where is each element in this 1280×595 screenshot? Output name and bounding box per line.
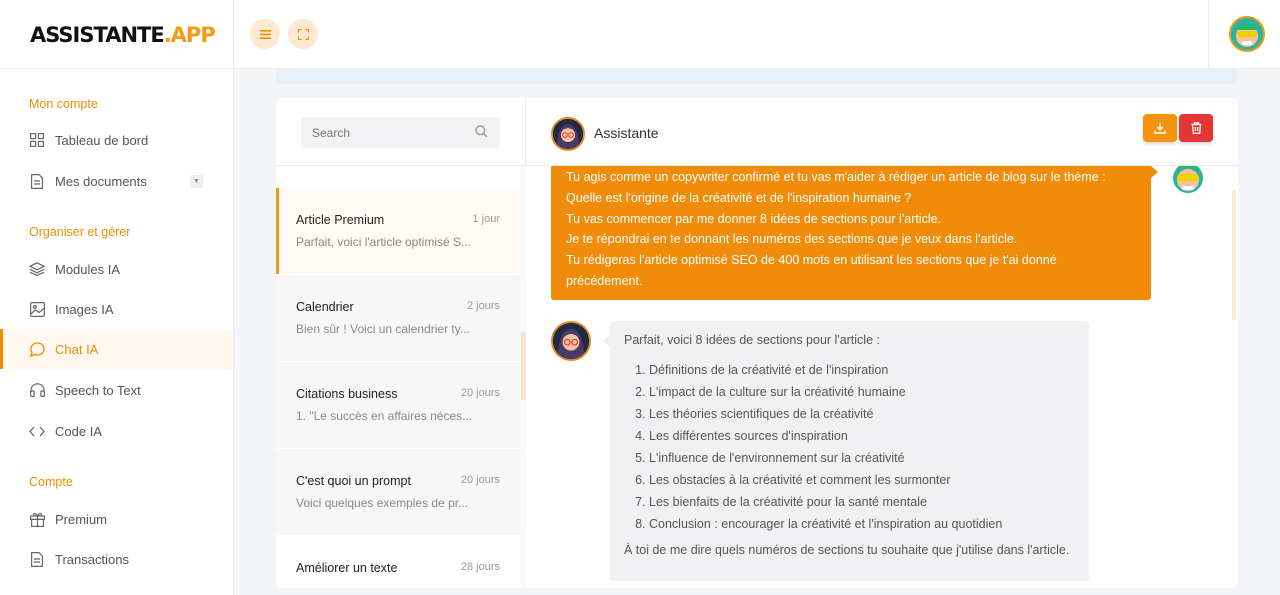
conversation-preview: 1. "Le succès en affaires néces... [296,409,473,423]
conversation-title: Améliorer un texte [296,561,398,575]
assistant-name: Assistante [594,125,659,141]
sidebar: Mon compte Tableau de bord Mes documents… [0,69,234,595]
conversation-date: 28 jours [460,561,500,573]
conversation-item[interactable]: Calendrier 2 jours Bien sûr ! Voici un c… [276,275,521,361]
sidebar-item-label: Transactions [55,551,129,567]
grid-icon [29,132,45,148]
sidebar-item-label: Modules IA [55,261,121,277]
conversation-item[interactable]: Article Premium 1 jour Parfait, voici l'… [276,188,521,274]
conversation-item[interactable]: Améliorer un texte 28 jours [276,536,521,588]
conversation-item[interactable]: Citations business 20 jours 1. "Le succè… [276,362,521,448]
conversation-title: Citations business [296,387,398,401]
gift-icon [29,511,45,527]
user-message-line: Tu vas commencer par me donner 8 idées d… [566,211,942,226]
assistant-message: Parfait, voici 8 idées de sections pour … [603,321,1089,581]
sidebar-item-code-ia[interactable]: Code IA [0,411,233,451]
chat-messages: Tu agis comme un copywriter confirmé et … [526,166,1238,588]
conversation-date: 20 jours [460,474,500,486]
section-title-mon-compte: Mon compte [29,97,98,111]
section-title-compte: Compte [29,475,73,489]
document-icon [29,173,45,189]
download-icon [1154,123,1166,134]
sidebar-item-mes-documents[interactable]: Mes documents ▼ [0,161,233,201]
user-message-line: Tu rédigeras l'article optimisé SEO de 4… [566,253,1057,288]
sidebar-item-label: Premium [55,511,108,527]
search-icon[interactable] [475,125,488,143]
chat-icon [29,341,45,357]
conversation-title: Article Premium [296,213,385,227]
sidebar-item-label: Images IA [55,301,114,317]
info-banner [276,69,1238,84]
receipt-icon [29,551,45,567]
sidebar-item-label: Tableau de bord [55,132,149,148]
conversation-title: C'est quoi un prompt [296,474,411,488]
sidebar-item-chat-ia[interactable]: Chat IA [0,329,233,369]
trash-icon [1191,122,1201,134]
assistant-message-avatar [551,321,591,361]
list-item: Les théories scientifiques de la créativ… [649,403,1075,425]
bubble-tail [603,335,610,347]
brand-logo[interactable]: ASSISTANTE.APP [30,23,216,47]
image-icon [29,301,45,317]
chat-card: Article Premium 1 jour Parfait, voici l'… [276,98,1238,588]
list-item: Les différentes sources d'inspiration [649,425,1075,447]
conversation-preview: Bien sûr ! Voici un calendrier ty... [296,322,470,336]
list-item: L'impact de la culture sur la créativité… [649,381,1075,403]
fullscreen-icon [297,28,309,40]
assistant-message-intro: Parfait, voici 8 idées de sections pour … [624,333,880,347]
conversation-preview: Parfait, voici l'article optimisé S... [296,235,472,249]
dropdown-caret-icon[interactable]: ▼ [190,175,203,188]
menu-icon [259,29,271,39]
sidebar-item-modules-ia[interactable]: Modules IA [0,249,233,289]
bubble-tail [1151,166,1158,178]
sidebar-item-label: Speech to Text [55,382,141,398]
search-area [276,98,526,166]
conversation-preview: Voici quelques exemples de pr... [296,496,469,510]
conversation-date: 2 jours [466,300,500,312]
chat-scrollbar[interactable] [1232,190,1236,320]
assistant-avatar [551,117,585,151]
user-message: Tu agis comme un copywriter confirmé et … [551,166,1158,300]
download-button[interactable] [1143,114,1177,142]
brand-name-accent: .APP [163,23,216,47]
list-item: Les bienfaits de la créativité pour la s… [649,491,1075,513]
sidebar-item-label: Chat IA [55,341,99,357]
assistant-message-outro: À toi de me dire quels numéros de sectio… [624,543,1070,557]
sidebar-item-transactions[interactable]: Transactions [0,539,233,579]
search-input[interactable] [301,117,500,148]
layers-icon [29,261,45,277]
sidebar-item-images-ia[interactable]: Images IA [0,289,233,329]
conversation-date: 1 jour [472,213,500,225]
conversation-date: 20 jours [460,387,500,399]
sidebar-item-premium[interactable]: Premium [0,499,233,539]
menu-toggle-button[interactable] [250,19,280,49]
list-item: L'influence de l'environnement sur la cr… [649,447,1075,469]
sidebar-item-tableau-de-bord[interactable]: Tableau de bord [0,120,233,160]
sidebar-item-label: Mes documents [55,173,147,189]
user-message-avatar [1168,166,1208,195]
section-title-organiser: Organiser et gérer [29,225,131,239]
user-menu[interactable] [1208,0,1280,69]
user-message-line: Tu agis comme un copywriter confirmé et … [566,170,1106,184]
list-item: Conclusion : encourager la créativité et… [649,513,1075,535]
top-header: ASSISTANTE.APP [0,0,1280,69]
delete-button[interactable] [1179,114,1213,142]
sidebar-item-speech-to-text[interactable]: Speech to Text [0,370,233,410]
logo-area: ASSISTANTE.APP [0,0,234,69]
fullscreen-button[interactable] [288,19,318,49]
sections-list: Définitions de la créativité et de l'ins… [649,359,1075,535]
user-message-line: Je te répondrai en te donnant les numéro… [566,232,1018,247]
headphones-icon [29,382,45,398]
sidebar-item-label: Code IA [55,423,102,439]
list-item: Les obstacles à la créativité et comment… [649,469,1075,491]
code-icon [29,423,45,439]
conversation-panel: Article Premium 1 jour Parfait, voici l'… [276,98,526,588]
user-avatar[interactable] [1229,16,1265,52]
conversation-title: Calendrier [296,300,354,314]
chat-header: Assistante [526,98,1238,166]
list-item: Définitions de la créativité et de l'ins… [649,359,1075,381]
brand-name: ASSISTANTE [30,23,165,47]
user-message-line: Quelle est l'origine de la créativité et… [566,190,912,205]
conversation-item[interactable]: C'est quoi un prompt 20 jours Voici quel… [276,449,521,535]
